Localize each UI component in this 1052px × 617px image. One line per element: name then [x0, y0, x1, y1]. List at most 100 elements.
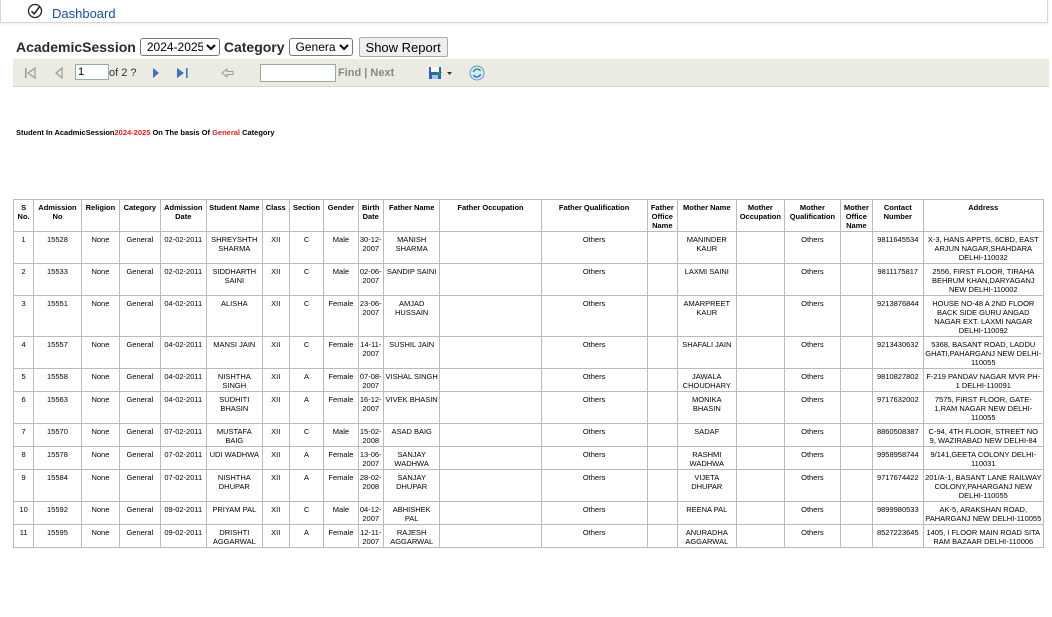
table-cell: SUSHIL JAIN	[382, 336, 441, 369]
column-header: S No.	[12, 199, 35, 232]
table-cell: 9899980533	[872, 501, 924, 525]
table-cell	[839, 263, 874, 296]
table-cell: Male	[323, 231, 359, 264]
table-cell: Others	[784, 501, 841, 525]
table-cell: 9717632002	[872, 391, 924, 424]
back-to-parent-icon[interactable]	[221, 59, 234, 86]
table-cell: Female	[323, 524, 359, 548]
table-cell: 15557	[33, 336, 82, 369]
table-cell: None	[80, 446, 121, 470]
find-separator: |	[364, 67, 368, 79]
table-cell: Others	[784, 295, 841, 337]
table-body: 1 15528 None General 02-02-2011 SHREYSHTH SHA…	[12, 231, 1045, 548]
table-cell	[735, 423, 786, 447]
first-page-icon[interactable]	[24, 59, 36, 86]
table-head: S No. Admission No Religion Category Admissi…	[12, 199, 1045, 232]
table-cell: PRIYAM PAL	[206, 501, 263, 525]
table-cell: ASAD BAIG	[382, 423, 441, 447]
table-cell: 15551	[33, 295, 82, 337]
table-cell: Male	[323, 501, 359, 525]
table-cell: A	[288, 524, 325, 548]
table-cell: SANJAY WADHWA	[382, 446, 441, 470]
table-cell: 8	[12, 446, 35, 470]
table-cell: REENA PAL	[676, 501, 737, 525]
table-cell: 6	[12, 391, 35, 424]
table-cell	[735, 446, 786, 470]
find-link[interactable]: Find	[338, 67, 361, 79]
table-cell: 15578	[33, 446, 82, 470]
table-cell: Male	[323, 423, 359, 447]
show-report-button[interactable]: Show Report	[358, 37, 448, 57]
table-cell: DRISHTI AGGARWAL	[206, 524, 263, 548]
column-header: Father Office Name	[646, 199, 678, 232]
table-cell: None	[80, 336, 121, 369]
table-cell	[735, 295, 786, 337]
table-cell: Others	[540, 524, 648, 548]
table-cell: SIDDHARTH SAINI	[206, 263, 263, 296]
category-select[interactable]: General	[288, 38, 353, 56]
refresh-icon[interactable]	[469, 59, 485, 86]
table-cell: 9213430632	[872, 336, 924, 369]
table-row: 6 15563 None General 04-02-2011 SUDHITI BHASI…	[12, 391, 1045, 424]
column-header: Father Name	[382, 199, 441, 232]
table-cell: 04-02-2011	[159, 368, 208, 392]
table-cell: 4	[12, 336, 35, 369]
table-cell: 8860508387	[872, 423, 924, 447]
table-row: 10 15592 None General 09-02-2011 PRIYAM PAL XI…	[12, 501, 1045, 525]
header-row: S No. Admission No Religion Category Admissi…	[12, 199, 1045, 232]
table-cell: C	[288, 295, 325, 337]
table-cell: 02-06-2007	[357, 263, 384, 296]
table-cell: General	[119, 231, 161, 264]
table-cell	[439, 446, 542, 470]
column-header: Student Name	[206, 199, 263, 232]
table-cell: XII	[261, 446, 290, 470]
table-cell	[439, 469, 542, 502]
find-controls: Find | Next	[338, 67, 394, 79]
table-cell: 04-02-2011	[159, 295, 208, 337]
session-select[interactable]: 2024-2025	[139, 38, 220, 56]
table-cell: Others	[540, 336, 648, 369]
caption-middle: On The basis Of	[150, 128, 213, 137]
table-row: 8 15578 None General 07-02-2011 UDI WADHWA XII…	[12, 446, 1045, 470]
table-cell: Others	[784, 231, 841, 264]
check-circle-icon	[27, 3, 43, 19]
table-cell: 2	[12, 263, 35, 296]
table-cell: C	[288, 336, 325, 369]
table-cell	[839, 501, 874, 525]
column-header: Address	[922, 199, 1045, 232]
table-cell	[439, 336, 542, 369]
table-cell: MANSI JAIN	[206, 336, 263, 369]
previous-page-icon[interactable]	[54, 59, 64, 86]
table-cell: VIJETA DHUPAR	[676, 469, 737, 502]
table-cell: 9810827802	[872, 368, 924, 392]
table-cell: A	[288, 469, 325, 502]
page-number-input[interactable]	[75, 64, 109, 80]
table-cell	[646, 231, 678, 264]
table-cell: General	[119, 336, 161, 369]
table-cell: Others	[540, 295, 648, 337]
table-cell: 07-08-2007	[357, 368, 384, 392]
last-page-icon[interactable]	[176, 59, 189, 86]
find-text-input[interactable]	[260, 64, 336, 82]
table-cell: Female	[323, 368, 359, 392]
table-cell	[646, 368, 678, 392]
table-cell: MONIKA BHASIN	[676, 391, 737, 424]
next-page-icon[interactable]	[151, 59, 161, 86]
table-cell	[735, 469, 786, 502]
next-link[interactable]: Next	[370, 67, 394, 79]
table-row: 5 15558 None General 04-02-2011 NISHTHA SINGH…	[12, 368, 1045, 392]
export-save-icon[interactable]	[428, 59, 454, 86]
table-cell	[439, 524, 542, 548]
table-cell: 13-06-2007	[357, 446, 384, 470]
table-cell: Others	[540, 263, 648, 296]
table-cell: VIVEK BHASIN	[382, 391, 441, 424]
table-cell: 15592	[33, 501, 82, 525]
table-cell: Others	[540, 231, 648, 264]
table-cell: AMARPREET KAUR	[676, 295, 737, 337]
dashboard-link[interactable]: Dashboard	[52, 6, 116, 21]
table-cell	[646, 263, 678, 296]
table-row: 1 15528 None General 02-02-2011 SHREYSHTH SHA…	[12, 231, 1045, 264]
table-cell: XII	[261, 336, 290, 369]
table-cell	[439, 391, 542, 424]
table-cell	[839, 391, 874, 424]
